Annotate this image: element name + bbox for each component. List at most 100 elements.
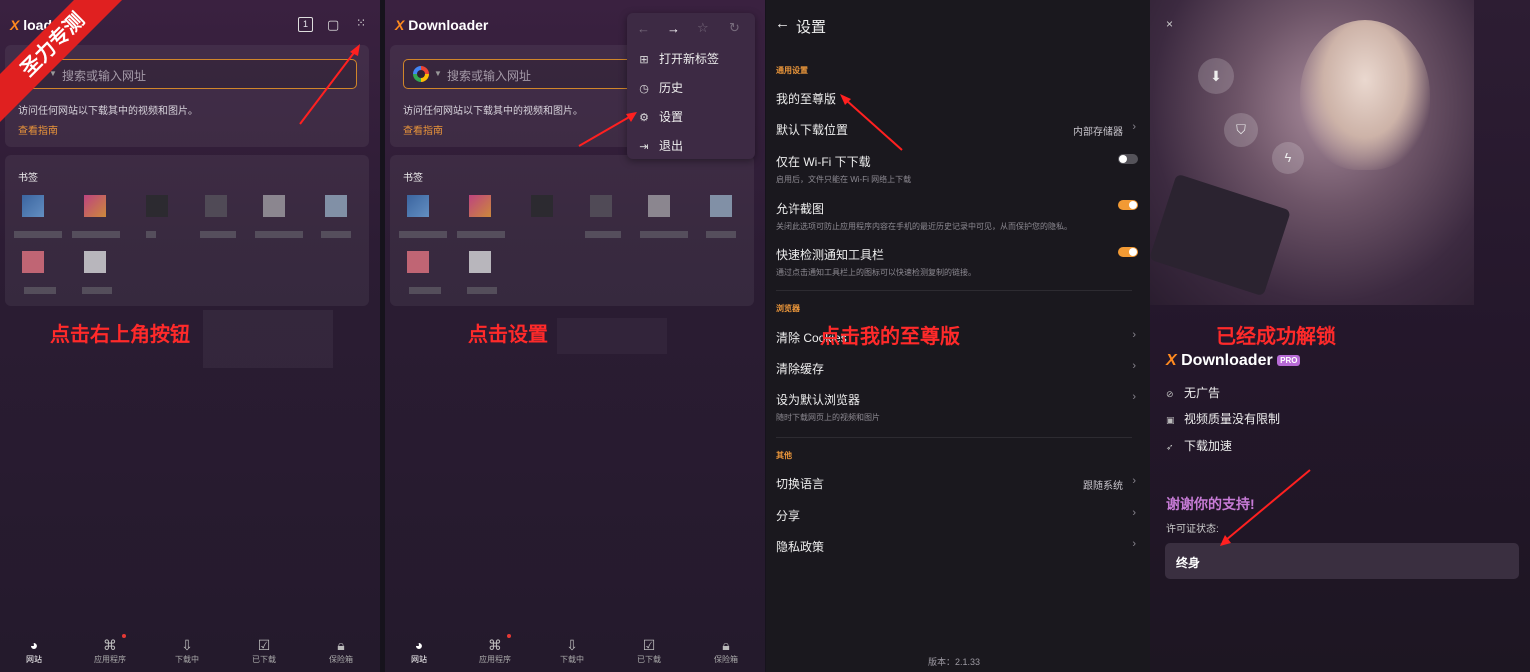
settings-premium[interactable]: 我的至尊版 <box>776 90 1140 107</box>
bookmark-icon[interactable] <box>648 195 670 217</box>
blurred-overlay <box>203 310 333 368</box>
bookmark-icon[interactable] <box>205 195 227 217</box>
feature-speed: ➶ 下载加速 <box>1166 439 1233 453</box>
download-location-value: 内部存储器 <box>1073 127 1123 138</box>
overflow-menu: ← → ☆ ↻ ⊞ 打开新标签 ◷ 历史 ⚙ 设置 ⇥ 退出 <box>627 13 755 159</box>
divider <box>776 290 1132 291</box>
more-menu-icon[interactable]: ⁙ <box>356 16 366 30</box>
guide-link[interactable]: 查看指南 <box>18 122 58 137</box>
nav-vault[interactable]: 🔒︎ 保险箱 <box>696 636 756 665</box>
nav-vault[interactable]: 🔒︎ 保险箱 <box>311 636 371 665</box>
tablet-device <box>1150 173 1291 297</box>
bookmark-label <box>82 287 112 294</box>
bookmark-icon[interactable] <box>263 195 285 217</box>
search-placeholder: 搜索或输入网址 <box>62 69 147 83</box>
downloaded-icon: ☑ <box>642 637 656 653</box>
tab-count-button[interactable]: 1 <box>298 17 313 32</box>
bookmark-label <box>24 287 56 294</box>
section-general: 通用设置 <box>776 66 808 75</box>
bookmark-label <box>640 231 688 238</box>
nav-site[interactable]: ◕ 网站 <box>4 636 64 665</box>
bookmark-label <box>72 231 120 238</box>
bookmark-icon[interactable] <box>407 195 429 217</box>
chevron-right-icon: › <box>1132 475 1136 487</box>
bookmark-icon[interactable] <box>469 195 491 217</box>
menu-new-tab[interactable]: ⊞ 打开新标签 <box>637 50 719 67</box>
nav-apps[interactable]: ⌘ 应用程序 <box>80 636 140 665</box>
browser-menu-screen: X Downloader ▼ 搜索或输入网址 访问任何网站以下载其中的视频和图片… <box>385 0 765 672</box>
no-ads-icon: ⊘ <box>1166 389 1174 399</box>
browser-home-screen: X loader 1 ▢ ⁙ ▼ 搜索或输入网址 访问任何网站以下载其中的视频和… <box>0 0 380 672</box>
rocket-icon: ➶ <box>1166 442 1174 452</box>
language-value: 跟随系统 <box>1083 481 1123 492</box>
globe-icon: ◕ <box>29 637 39 653</box>
annotation-arrow <box>1220 469 1311 546</box>
hd-icon: ▣ <box>1166 415 1175 425</box>
bookmark-icon[interactable] <box>531 195 553 217</box>
annotation-text: 点击我的至尊版 <box>820 326 960 348</box>
bookmark-icon[interactable] <box>22 251 44 273</box>
quick-detect-toggle[interactable] <box>1118 247 1138 257</box>
new-tab-icon: ⊞ <box>639 54 649 66</box>
bookmarks-card: 书签 <box>390 155 754 306</box>
close-icon[interactable]: × <box>1166 17 1173 31</box>
nav-downloaded[interactable]: ☑ 已下载 <box>619 636 679 665</box>
license-value: 终身 <box>1176 556 1201 570</box>
annotation-arrow <box>840 94 903 151</box>
bookmark-icon[interactable] <box>84 195 106 217</box>
default-browser-desc: 随时下载网页上的视频和图片 <box>776 413 880 422</box>
annotation-text: 已经成功解锁 <box>1216 326 1336 348</box>
blurred-overlay <box>557 318 667 354</box>
bookmark-icon[interactable] <box>590 195 612 217</box>
nav-site[interactable]: ◕ 网站 <box>389 636 449 665</box>
bookmarks-title: 书签 <box>18 173 38 184</box>
chevron-down-icon: ▼ <box>434 69 442 78</box>
settings-privacy[interactable]: 隐私政策 <box>776 538 1140 555</box>
bookmark-icon[interactable] <box>84 251 106 273</box>
feedback-icon[interactable]: ▢ <box>327 17 339 33</box>
back-arrow-icon[interactable]: ← <box>637 21 650 36</box>
refresh-icon[interactable]: ↻ <box>729 20 740 36</box>
back-arrow-icon[interactable]: ← <box>775 15 790 32</box>
star-icon[interactable]: ☆ <box>697 20 709 36</box>
nav-downloaded[interactable]: ☑ 已下载 <box>234 636 294 665</box>
divider <box>776 437 1132 438</box>
menu-history[interactable]: ◷ 历史 <box>637 79 683 96</box>
pro-badge: PRO <box>1277 355 1301 367</box>
section-other: 其他 <box>776 451 792 460</box>
settings-clear-cache[interactable]: 清除缓存 <box>776 360 1140 377</box>
settings-default-browser[interactable]: 设为默认浏览器 <box>776 391 1140 408</box>
settings-share[interactable]: 分享 <box>776 507 1140 524</box>
forward-arrow-icon[interactable]: → <box>667 21 680 36</box>
bookmark-label <box>706 231 736 238</box>
apps-icon: ⌘ <box>103 637 117 653</box>
annotation-text: 点击右上角按钮 <box>50 324 190 346</box>
notification-dot <box>507 634 511 638</box>
allow-screenshot-toggle[interactable] <box>1118 200 1138 210</box>
google-icon <box>413 66 429 82</box>
guide-link[interactable]: 查看指南 <box>403 122 443 137</box>
nav-downloading[interactable]: ⇩ 下载中 <box>542 636 602 665</box>
bookmark-icon[interactable] <box>407 251 429 273</box>
lock-icon: 🔒︎ <box>337 637 345 653</box>
annotation-arrow <box>299 44 360 125</box>
bookmark-icon[interactable] <box>22 195 44 217</box>
nav-apps[interactable]: ⌘ 应用程序 <box>465 636 525 665</box>
shield-icon: ⛉ <box>1224 113 1258 147</box>
bookmark-label <box>409 287 441 294</box>
bookmark-icon[interactable] <box>710 195 732 217</box>
chevron-right-icon: › <box>1132 121 1136 133</box>
bookmark-icon[interactable] <box>469 251 491 273</box>
app-logo: X Downloader PRO <box>1166 352 1301 370</box>
bookmark-icon[interactable] <box>146 195 168 217</box>
bookmark-label <box>14 231 62 238</box>
wifi-only-toggle[interactable] <box>1118 154 1138 164</box>
page-title: 设置 <box>796 19 827 36</box>
download-folder-icon: ⬇ <box>1198 58 1234 94</box>
bookmark-label <box>457 231 505 238</box>
bookmark-icon[interactable] <box>325 195 347 217</box>
nav-downloading[interactable]: ⇩ 下载中 <box>157 636 217 665</box>
search-hint: 访问任何网站以下载其中的视频和图片。 <box>18 106 198 117</box>
search-placeholder: 搜索或输入网址 <box>447 69 532 83</box>
feature-no-ads: ⊘ 无广告 <box>1166 386 1221 400</box>
